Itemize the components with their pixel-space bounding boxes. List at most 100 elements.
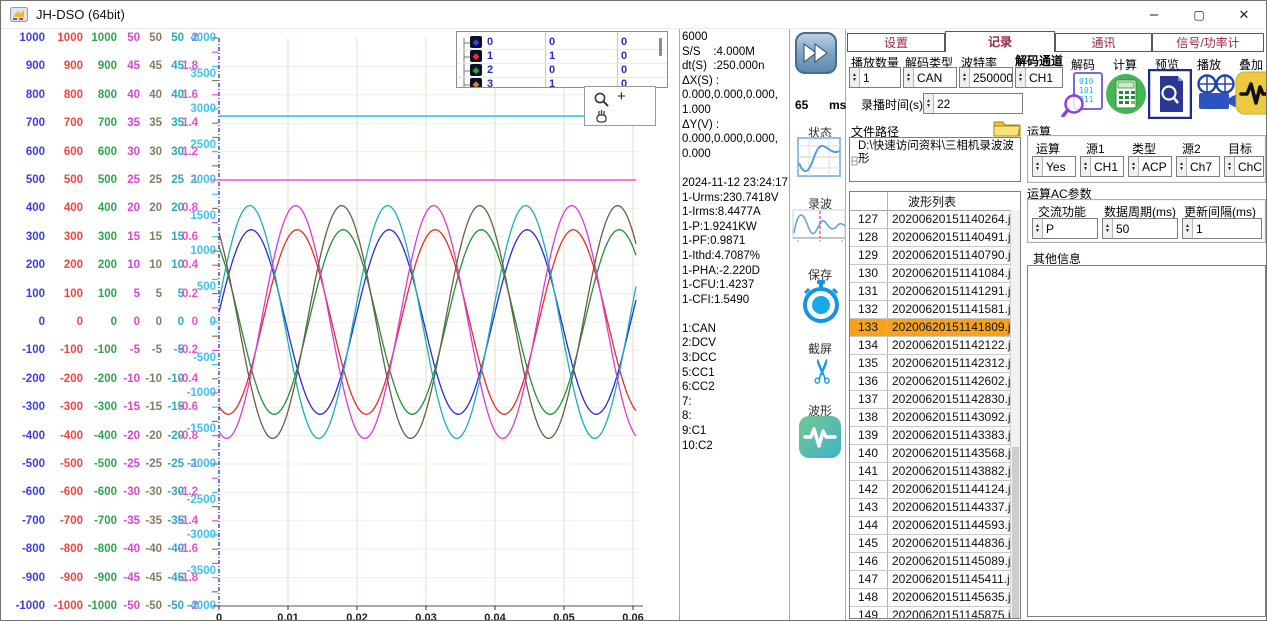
op-enable-spinbox[interactable]: ▲▼Yes bbox=[1032, 156, 1076, 177]
decode-type-spinbox[interactable]: ▲▼ CAN bbox=[903, 67, 957, 88]
table-row[interactable]: 13420200620151142122.jhw bbox=[850, 337, 1020, 355]
record-time-spinbox[interactable]: ▲▼ 22 bbox=[923, 93, 1023, 114]
tab-signal-powermeter[interactable]: 信号/功率计 bbox=[1152, 33, 1264, 52]
decode-channel-spinbox[interactable]: ▲▼ CH1 bbox=[1015, 67, 1063, 88]
table-row[interactable]: 14820200620151145635.jhw bbox=[850, 589, 1020, 607]
table-row[interactable]: 13920200620151143383.jhw bbox=[850, 427, 1020, 445]
table-row[interactable]: 12720200620151140264.jhw bbox=[850, 211, 1020, 229]
record-time-label: 录播时间(s) bbox=[861, 96, 923, 113]
other-info-box[interactable] bbox=[1027, 265, 1266, 617]
legend-value: 0 bbox=[621, 36, 627, 48]
table-row[interactable]: 12920200620151140790.jhw bbox=[850, 247, 1020, 265]
decode-button[interactable]: 010 101 011 bbox=[1061, 71, 1105, 122]
play-count-spinbox[interactable]: ▲▼ 1 bbox=[849, 67, 901, 88]
table-row[interactable]: 13820200620151143092.jhw bbox=[850, 409, 1020, 427]
op-col-label: 类型 bbox=[1132, 140, 1156, 157]
spinner-arrows-icon[interactable]: ▲▼ bbox=[1016, 68, 1026, 87]
op-source1-value: CH1 bbox=[1091, 157, 1123, 176]
table-row[interactable]: 13320200620151141809.jhw bbox=[850, 319, 1020, 337]
tab-bar: 设置 记录 通讯 信号/功率计 bbox=[847, 31, 1264, 51]
table-row[interactable]: 14220200620151144124.jhw bbox=[850, 481, 1020, 499]
spinner-arrows-icon[interactable]: ▲▼ bbox=[1081, 157, 1091, 176]
play-button[interactable] bbox=[1194, 73, 1240, 120]
ac-function-spinbox[interactable]: ▲▼P bbox=[1032, 218, 1098, 239]
op-target-spinbox[interactable]: ▲▼ChC1 bbox=[1224, 156, 1264, 177]
spinner-arrows-icon[interactable]: ▲▼ bbox=[924, 94, 934, 113]
table-row[interactable]: 14920200620151145875.jhw bbox=[850, 607, 1020, 619]
calc-button[interactable] bbox=[1105, 73, 1147, 120]
table-row[interactable]: 13020200620151141084.jhw bbox=[850, 265, 1020, 283]
table-row[interactable]: 14720200620151145411.jhw bbox=[850, 571, 1020, 589]
overlay-button[interactable] bbox=[1235, 71, 1267, 120]
waveform-file-list[interactable]: 波形列表 12720200620151140264.jhw12820200620… bbox=[849, 191, 1021, 619]
baud-rate-spinbox[interactable]: ▲▼ 250000 bbox=[959, 67, 1013, 88]
maximize-button[interactable]: ▢ bbox=[1177, 1, 1221, 28]
op-col-label: 运算 bbox=[1036, 140, 1060, 157]
pan-hand-icon[interactable] bbox=[593, 108, 609, 124]
close-button[interactable]: ✕ bbox=[1222, 1, 1266, 28]
spinner-arrows-icon[interactable]: ▲▼ bbox=[1103, 219, 1113, 238]
file-name: 20200620151145875.jhw bbox=[888, 607, 1020, 619]
spinner-arrows-icon[interactable]: ▲▼ bbox=[1177, 157, 1187, 176]
file-index: 139 bbox=[850, 427, 888, 444]
table-row[interactable]: 13620200620151142602.jhw bbox=[850, 373, 1020, 391]
legend-value: 0 bbox=[549, 36, 555, 48]
waveform-chart-region[interactable]: 10009008007006005004003002001000-100-200… bbox=[1, 29, 680, 621]
channel-legend[interactable]: ◆000◆110◆200◆310 bbox=[456, 31, 668, 88]
tab-settings[interactable]: 设置 bbox=[847, 33, 945, 52]
table-row[interactable]: 12820200620151140491.jhw bbox=[850, 229, 1020, 247]
table-row[interactable]: 14620200620151145089.jhw bbox=[850, 553, 1020, 571]
preview-button-selected[interactable] bbox=[1148, 69, 1192, 124]
table-row[interactable]: 13220200620151141581.jhw bbox=[850, 301, 1020, 319]
table-row[interactable]: 14420200620151144593.jhw bbox=[850, 517, 1020, 535]
ac-interval-spinbox[interactable]: ▲▼1 bbox=[1182, 218, 1262, 239]
record-wave-button[interactable] bbox=[792, 209, 846, 248]
spinner-arrows-icon[interactable]: ▲▼ bbox=[960, 68, 970, 87]
status-button[interactable] bbox=[797, 137, 841, 182]
file-index: 144 bbox=[850, 517, 888, 534]
file-name: 20200620151142312.jhw bbox=[888, 355, 1020, 372]
spinner-arrows-icon[interactable]: ▲▼ bbox=[1033, 157, 1043, 176]
zoom-plus-icon[interactable]: + bbox=[617, 88, 626, 105]
op-type-spinbox[interactable]: ▲▼ACP bbox=[1128, 156, 1172, 177]
save-button[interactable] bbox=[799, 279, 843, 328]
svg-text:0.05: 0.05 bbox=[553, 612, 574, 621]
file-path-field[interactable]: D:\快速访问资料\三相机录波波形 bbox=[849, 137, 1021, 182]
zoom-magnifier-icon[interactable] bbox=[593, 91, 610, 107]
fast-forward-button[interactable] bbox=[795, 32, 837, 79]
table-row[interactable]: 13720200620151142830.jhw bbox=[850, 391, 1020, 409]
legend-scrollbar[interactable] bbox=[659, 38, 662, 56]
table-row[interactable]: 13120200620151141291.jhw bbox=[850, 283, 1020, 301]
table-row[interactable]: 13520200620151142312.jhw bbox=[850, 355, 1020, 373]
play-button-label: 播放 bbox=[1197, 56, 1221, 73]
waveform-button[interactable] bbox=[798, 415, 842, 464]
spinner-arrows-icon[interactable]: ▲▼ bbox=[904, 68, 914, 87]
legend-rows: ◆000◆110◆200◆310 bbox=[457, 32, 668, 88]
spinner-arrows-icon[interactable]: ▲▼ bbox=[1225, 157, 1235, 176]
file-list-scrollbar[interactable] bbox=[1010, 210, 1020, 619]
file-name: 20200620151144337.jhw bbox=[888, 499, 1020, 516]
table-row[interactable]: 14520200620151144836.jhw bbox=[850, 535, 1020, 553]
scrollbar-thumb[interactable] bbox=[1012, 447, 1019, 619]
file-name: 20200620151141809.jhw bbox=[888, 319, 1020, 336]
file-index: 142 bbox=[850, 481, 888, 498]
op-source2-value: Ch7 bbox=[1187, 157, 1219, 176]
tab-communication[interactable]: 通讯 bbox=[1055, 33, 1152, 52]
screenshot-button[interactable]: ✂ bbox=[803, 351, 843, 393]
table-row[interactable]: 14120200620151143882.jhw bbox=[850, 463, 1020, 481]
ac-period-spinbox[interactable]: ▲▼50 bbox=[1102, 218, 1178, 239]
info-line: S/S :4.000M bbox=[682, 45, 788, 60]
table-row[interactable]: 14020200620151143568.jhw bbox=[850, 445, 1020, 463]
spinner-arrows-icon[interactable]: ▲▼ bbox=[850, 68, 860, 87]
spinner-arrows-icon[interactable]: ▲▼ bbox=[1033, 219, 1043, 238]
tab-record[interactable]: 记录 bbox=[945, 31, 1055, 52]
info-line: 1-CFU:1.4237 bbox=[682, 278, 788, 293]
op-source1-spinbox[interactable]: ▲▼CH1 bbox=[1080, 156, 1124, 177]
spinner-arrows-icon[interactable]: ▲▼ bbox=[1129, 157, 1139, 176]
file-name: 20200620151143092.jhw bbox=[888, 409, 1020, 426]
op-source2-spinbox[interactable]: ▲▼Ch7 bbox=[1176, 156, 1220, 177]
spinner-arrows-icon[interactable]: ▲▼ bbox=[1183, 219, 1193, 238]
table-row[interactable]: 14320200620151144337.jhw bbox=[850, 499, 1020, 517]
waveform-plot[interactable]: 00.010.020.030.040.050.06 bbox=[1, 29, 680, 621]
minimize-button[interactable]: – bbox=[1132, 1, 1176, 28]
